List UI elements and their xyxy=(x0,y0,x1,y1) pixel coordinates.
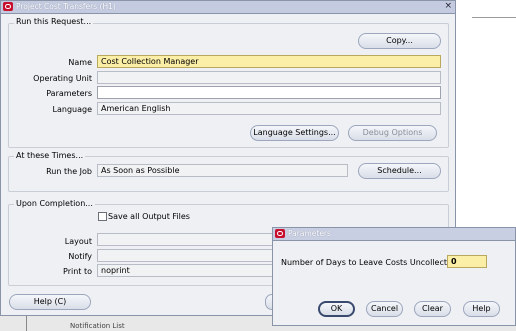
language-field[interactable]: American English xyxy=(97,102,441,115)
notify-field[interactable] xyxy=(97,249,277,262)
run-request-heading: Run this Request... xyxy=(14,17,94,26)
days-field[interactable]: 0 xyxy=(447,255,487,268)
save-output-label: Save all Output Files xyxy=(108,212,190,221)
oracle-icon xyxy=(3,2,13,11)
name-label: Name xyxy=(68,58,92,67)
parameters-window: Parameters Number of Days to Leave Costs… xyxy=(272,227,516,326)
background-divider xyxy=(472,17,516,18)
language-settings-button[interactable]: Language Settings... xyxy=(250,125,339,141)
print-to-field[interactable]: noprint xyxy=(97,264,277,277)
notify-label: Notify xyxy=(68,252,92,261)
oracle-icon xyxy=(275,229,285,238)
debug-options-button[interactable]: Debug Options xyxy=(348,125,437,141)
parameters-field[interactable] xyxy=(97,86,441,99)
operating-unit-field[interactable] xyxy=(97,71,441,84)
schedule-heading: At these Times... xyxy=(14,151,86,160)
days-label: Number of Days to Leave Costs Uncollecte… xyxy=(281,258,457,267)
background-divider-vertical xyxy=(26,316,27,331)
cancel-button[interactable]: Cancel xyxy=(366,301,403,317)
name-field[interactable]: Cost Collection Manager xyxy=(97,55,441,68)
window-title: Project Cost Transfers (H1) xyxy=(16,2,116,11)
parameters-title: Parameters xyxy=(288,229,331,238)
operating-unit-label: Operating Unit xyxy=(33,74,92,83)
copy-button[interactable]: Copy... xyxy=(358,33,441,49)
schedule-button[interactable]: Schedule... xyxy=(358,163,441,179)
layout-label: Layout xyxy=(64,237,92,246)
parameters-label: Parameters xyxy=(46,89,92,98)
save-output-checkbox[interactable] xyxy=(98,212,107,221)
parameters-titlebar: Parameters xyxy=(273,228,515,241)
background-text: Notification List xyxy=(70,322,125,330)
run-the-job-label: Run the Job xyxy=(46,167,92,176)
layout-field[interactable] xyxy=(97,233,277,246)
ok-button[interactable]: OK xyxy=(318,301,355,317)
help-button[interactable]: Help (C) xyxy=(9,294,91,310)
close-icon[interactable]: × xyxy=(444,1,452,12)
parameters-help-button[interactable]: Help xyxy=(463,301,500,317)
language-label: Language xyxy=(52,105,92,114)
clear-button[interactable]: Clear xyxy=(414,301,451,317)
window-titlebar: Project Cost Transfers (H1) × xyxy=(1,1,455,14)
print-to-label: Print to xyxy=(63,267,92,276)
run-the-job-field[interactable]: As Soon as Possible xyxy=(97,164,348,177)
completion-heading: Upon Completion... xyxy=(14,199,95,208)
